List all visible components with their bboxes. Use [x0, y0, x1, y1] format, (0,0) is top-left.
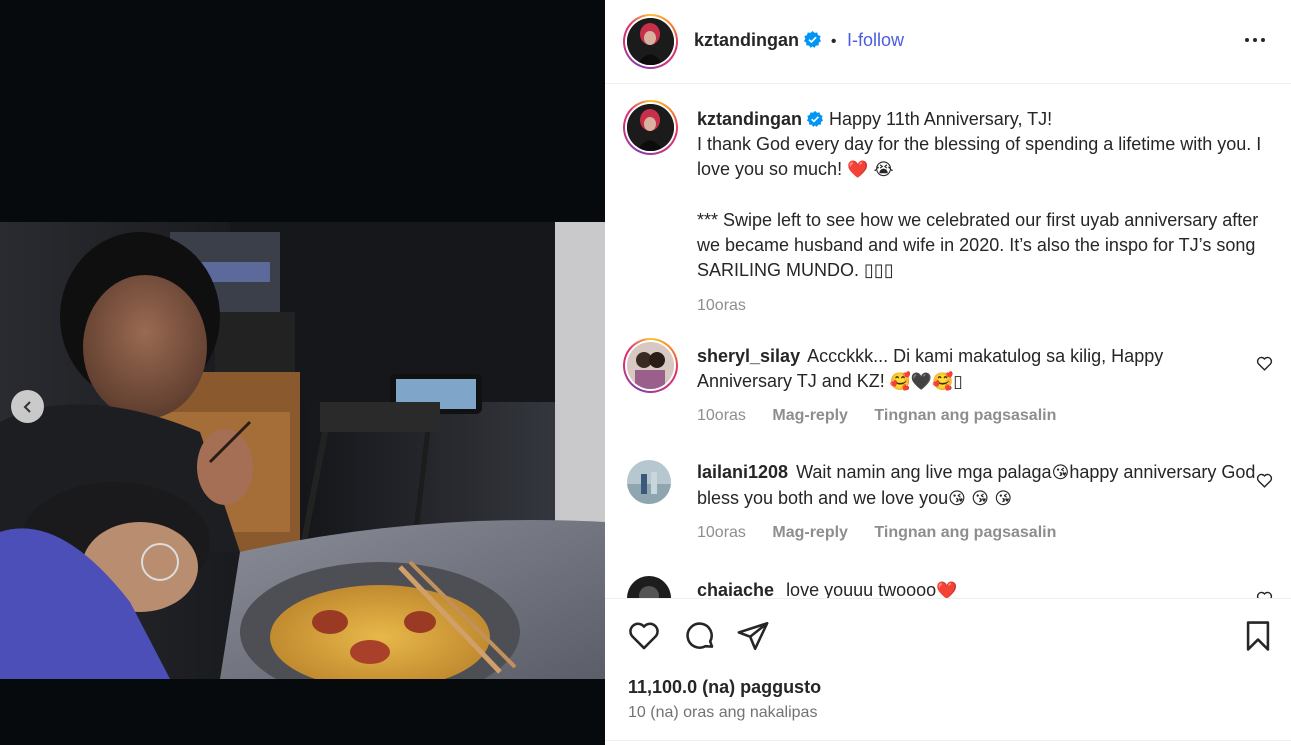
follow-separator: •: [830, 33, 837, 50]
post-timestamp: 10 (na) oras ang nakalipas: [628, 704, 818, 721]
caption-time[interactable]: 10oras: [697, 297, 746, 314]
comments-section[interactable]: kztandingan Happy 11th Anniversary, TJ! …: [605, 85, 1291, 598]
bookmark-icon[interactable]: [1241, 619, 1275, 653]
commenter-username[interactable]: sheryl_silay: [697, 346, 800, 366]
author-avatar[interactable]: [623, 14, 678, 69]
comment-text: Wait namin ang live mga palaga: [796, 462, 1052, 482]
comment-emoji: 🥰🖤🥰▯: [889, 372, 963, 392]
caption-line-1: Happy 11th Anniversary, TJ!: [829, 109, 1053, 129]
post-photo: [0, 222, 605, 679]
comment-icon[interactable]: [683, 619, 717, 653]
caption-line-3: *** Swipe left to see how we celebrated …: [697, 210, 1259, 280]
commenter-username[interactable]: lailani1208: [697, 462, 788, 482]
comment-time[interactable]: 10oras: [697, 524, 746, 541]
caption: kztandingan Happy 11th Anniversary, TJ! …: [697, 107, 1267, 318]
comment-emoji-trailing: 😘 😘 😘: [948, 489, 1013, 509]
comment-emoji: ❤️: [936, 581, 958, 598]
caption-author-avatar[interactable]: [623, 100, 678, 155]
heart-icon[interactable]: [627, 619, 661, 653]
see-translation-button[interactable]: Tingnan ang pagsasalin: [874, 524, 1056, 541]
comment-like-heart-icon[interactable]: [1256, 590, 1273, 598]
follow-button[interactable]: I-follow: [847, 30, 904, 50]
bottom-divider: [605, 740, 1291, 741]
post-actions: [605, 598, 1291, 745]
caption-line-2: I thank God every day for the blessing o…: [697, 134, 1262, 179]
post-media: [0, 0, 605, 745]
author-username[interactable]: kztandingan: [694, 30, 799, 50]
verified-badge-icon: [804, 30, 822, 48]
commenter-avatar[interactable]: [627, 460, 671, 504]
caption-username[interactable]: kztandingan: [697, 109, 802, 129]
post-details-panel: kztandingan • I-follow kztandingan Happy…: [605, 0, 1291, 745]
send-icon[interactable]: [736, 619, 770, 653]
caption-meta: 10oras: [697, 293, 1267, 318]
reply-button[interactable]: Mag-reply: [772, 407, 848, 424]
comment-emoji: 😘: [1051, 463, 1070, 483]
post-header: kztandingan • I-follow: [605, 0, 1291, 84]
caption-line-2-emoji: ❤️ 😭: [847, 160, 894, 180]
more-options-button[interactable]: [1243, 28, 1267, 57]
reply-button[interactable]: Mag-reply: [772, 524, 848, 541]
commenter-avatar[interactable]: [623, 338, 678, 393]
comment-like-heart-icon[interactable]: [1256, 355, 1273, 372]
previous-slide-button[interactable]: [11, 390, 44, 423]
comment-time[interactable]: 10oras: [697, 407, 746, 424]
verified-badge-icon: [806, 110, 824, 127]
chevron-left-icon: [23, 400, 31, 413]
comment-like-heart-icon[interactable]: [1256, 472, 1273, 489]
comment-text: love youuu twoooo: [786, 580, 937, 598]
commenter-username[interactable]: chaiache: [697, 580, 774, 598]
commenter-avatar[interactable]: [627, 576, 671, 598]
likes-count[interactable]: 11,100.0 (na) paggusto: [628, 677, 821, 698]
more-horizontal-icon: [1245, 38, 1265, 42]
see-translation-button[interactable]: Tingnan ang pagsasalin: [874, 407, 1056, 424]
